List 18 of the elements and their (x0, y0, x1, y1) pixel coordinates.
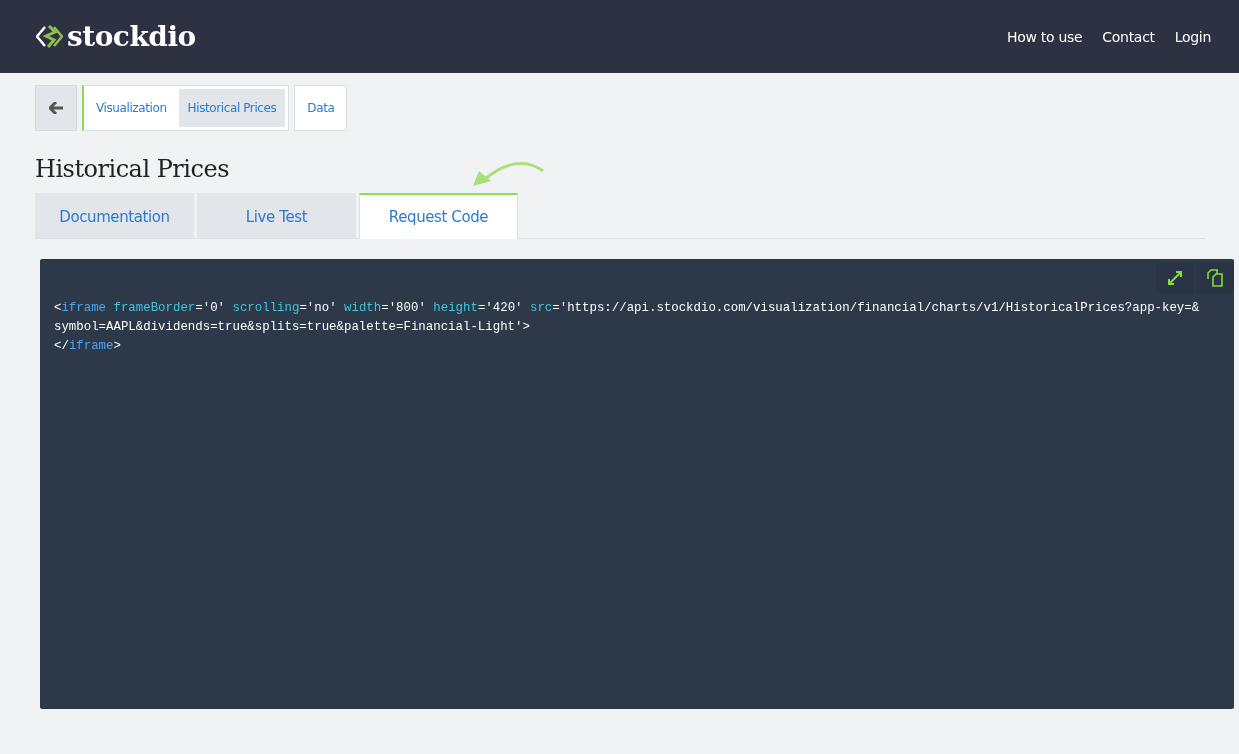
copy-icon (1206, 269, 1224, 287)
expand-button[interactable] (1156, 263, 1194, 293)
breadcrumb-link[interactable]: Historical Prices (178, 89, 286, 127)
breadcrumb-link[interactable]: Data (294, 85, 348, 131)
tab[interactable]: Request Code (359, 193, 518, 239)
expand-icon (1167, 270, 1183, 286)
tab[interactable]: Live Test (197, 193, 356, 238)
back-button[interactable] (35, 85, 77, 131)
copy-button[interactable] (1196, 263, 1234, 293)
code-text: <iframe frameBorder='0' scrolling='no' width='800' height='420' src='https://api.stockdio.com/visualization/financial/charts/v1/HistoricalPrices?app-key=& symbol=AAPL&dividends=true&splits=true&palette=Financial-Light'> </iframe> (54, 300, 1200, 355)
back-arrow-icon (49, 102, 63, 114)
logo-text: stockdio (67, 20, 196, 53)
logo-icon (36, 23, 63, 50)
nav-link[interactable]: Login (1174, 28, 1211, 45)
nav-link[interactable]: How to use (1007, 28, 1083, 45)
tab[interactable]: Documentation (35, 193, 194, 238)
nav-link[interactable]: Contact (1102, 28, 1155, 45)
page-title: Historical Prices (35, 155, 229, 183)
